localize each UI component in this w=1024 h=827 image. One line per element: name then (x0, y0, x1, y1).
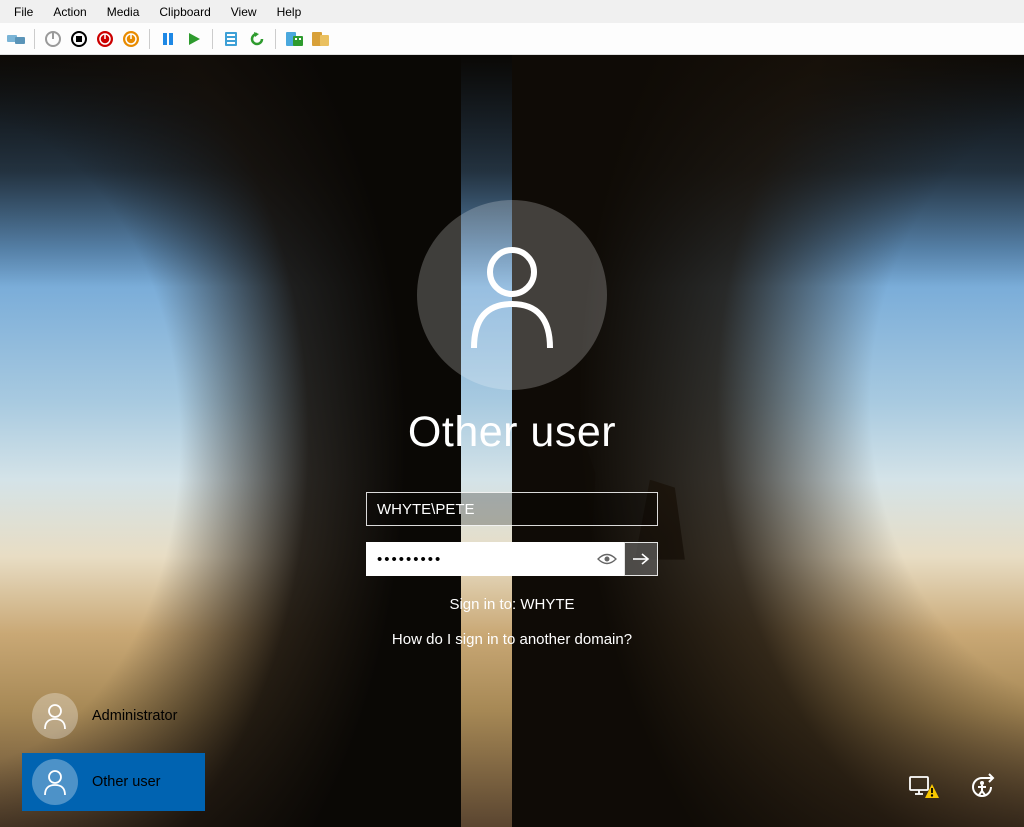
network-warning-icon (908, 774, 940, 800)
menu-clipboard[interactable]: Clipboard (149, 1, 220, 23)
power-gray-icon[interactable] (41, 27, 65, 51)
menu-bar: File Action Media Clipboard View Help (0, 0, 1024, 23)
toolbar (0, 23, 1024, 55)
network-status-button[interactable] (906, 769, 942, 805)
sign-in-to-label: Sign in to: WHYTE (449, 596, 574, 613)
submit-button[interactable] (624, 542, 658, 576)
user-tile-label: Other user (92, 774, 161, 790)
user-accounts-list: Administrator Other user (22, 687, 205, 811)
accessibility-panel (906, 769, 1000, 805)
shutdown-red-icon[interactable] (93, 27, 117, 51)
pause-icon[interactable] (156, 27, 180, 51)
person-icon (42, 768, 68, 796)
enhanced-session-icon[interactable] (282, 27, 306, 51)
user-tile-other-user[interactable]: Other user (22, 753, 205, 811)
login-fields (366, 492, 658, 576)
domain-help-link[interactable]: How do I sign in to another domain? (392, 631, 632, 648)
person-icon (462, 240, 562, 350)
menu-file[interactable]: File (4, 1, 43, 23)
eye-icon (597, 552, 617, 566)
menu-action[interactable]: Action (43, 1, 96, 23)
password-row (366, 542, 658, 576)
user-tile-administrator[interactable]: Administrator (22, 687, 205, 745)
username-input[interactable] (366, 492, 658, 526)
user-tile-label: Administrator (92, 708, 177, 724)
avatar-icon (32, 759, 78, 805)
login-title: Other user (408, 408, 616, 457)
arrow-right-icon (631, 551, 651, 567)
revert-icon[interactable] (245, 27, 269, 51)
password-input[interactable] (366, 542, 624, 576)
play-icon[interactable] (182, 27, 206, 51)
devices-icon[interactable] (4, 27, 28, 51)
avatar-icon (32, 693, 78, 739)
toolbar-separator (149, 29, 150, 49)
toolbar-separator (34, 29, 35, 49)
menu-view[interactable]: View (221, 1, 267, 23)
ease-of-access-icon (967, 772, 997, 802)
user-avatar (417, 200, 607, 390)
toolbar-separator (212, 29, 213, 49)
lock-screen: Other user (0, 55, 1024, 827)
toolbar-separator (275, 29, 276, 49)
menu-help[interactable]: Help (267, 1, 312, 23)
checkpoint-icon[interactable] (219, 27, 243, 51)
reveal-password-button[interactable] (596, 548, 618, 570)
ease-of-access-button[interactable] (964, 769, 1000, 805)
share-icon[interactable] (308, 27, 332, 51)
shutdown-orange-icon[interactable] (119, 27, 143, 51)
person-icon (42, 702, 68, 730)
stop-icon[interactable] (67, 27, 91, 51)
menu-media[interactable]: Media (97, 1, 150, 23)
